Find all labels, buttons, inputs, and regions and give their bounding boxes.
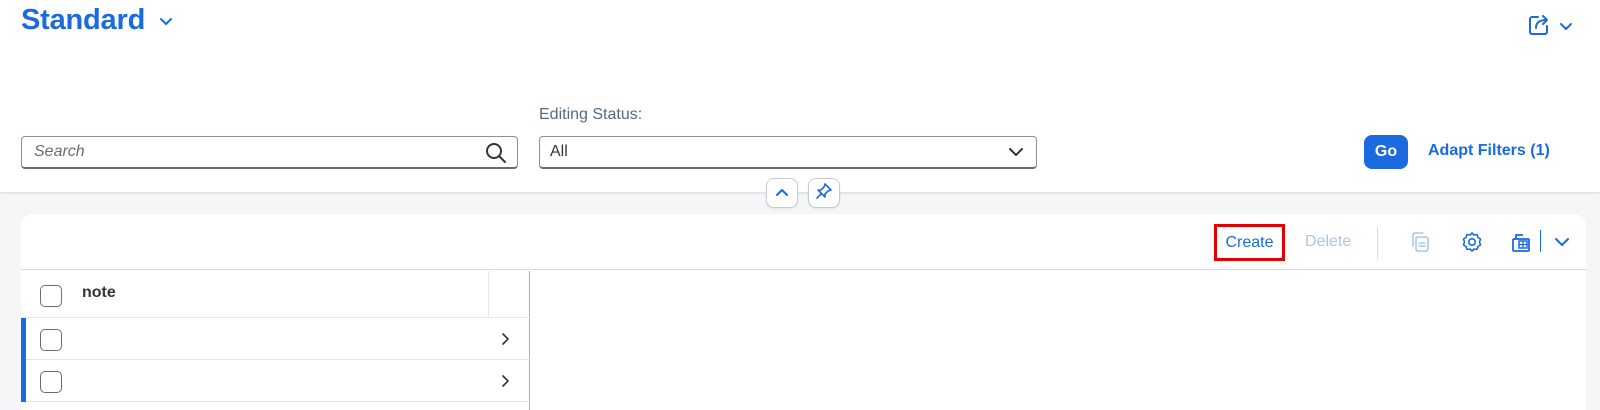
select-all-checkbox[interactable] [40,285,62,307]
row-highlight-marker [21,360,26,402]
chevron-right-icon[interactable] [500,374,510,393]
variant-selector[interactable]: Standard [21,4,173,37]
search-input[interactable] [34,143,474,161]
row-highlight-marker [21,318,26,360]
column-divider [488,271,489,318]
chevron-down-icon [1559,19,1573,37]
pin-icon [815,182,833,205]
pin-header-button[interactable] [808,178,840,208]
variant-title: Standard [21,4,146,36]
share-icon [1527,13,1551,42]
editing-status-value: All [550,143,568,160]
table-header-row: note [21,271,530,318]
chevron-up-icon [775,184,789,202]
table-row[interactable] [21,360,530,402]
chevron-down-icon[interactable] [1550,230,1574,254]
table-row[interactable] [21,318,530,360]
adapt-filters-button[interactable]: Adapt Filters (1) [1428,142,1550,160]
search-icon[interactable] [485,142,507,169]
row-checkbox[interactable] [40,329,62,351]
collapse-header-button[interactable] [766,178,798,208]
split-button-divider [1540,230,1541,252]
share-menu-button[interactable] [1527,13,1573,42]
copy-icon[interactable] [1409,230,1433,254]
toolbar-separator [1377,227,1378,259]
go-button[interactable]: Go [1364,135,1408,169]
table-grid: note [21,271,530,410]
table-card: Create Delete note [21,214,1586,410]
row-checkbox[interactable] [40,371,62,393]
editing-status-select[interactable]: All [539,136,1037,169]
table-toolbar: Create Delete [21,214,1586,270]
chevron-down-icon [159,14,173,32]
filter-bar-header: Standard Editing Status: All Go Adapt Fi [0,0,1600,192]
editing-status-label: Editing Status: [539,106,643,123]
settings-icon[interactable] [1460,230,1484,254]
export-icon[interactable] [1510,230,1534,254]
chevron-down-icon [1008,145,1024,163]
create-button[interactable]: Create [1214,224,1285,261]
delete-button[interactable]: Delete [1305,233,1351,251]
chevron-right-icon[interactable] [500,332,510,351]
column-header-note[interactable]: note [82,284,116,302]
search-field[interactable] [21,136,518,169]
